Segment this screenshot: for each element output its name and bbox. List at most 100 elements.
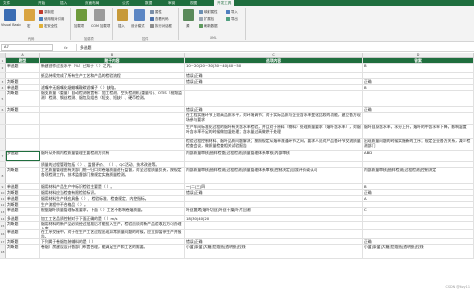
cell-a[interactable]: 单选题 <box>6 85 40 90</box>
fx-icon[interactable]: fx <box>64 44 68 51</box>
cell-c[interactable] <box>185 91 363 106</box>
cell-a[interactable]: 判断题 <box>6 245 40 258</box>
macros-icon[interactable] <box>24 9 35 21</box>
cell-d[interactable]: B <box>363 85 474 90</box>
cell-c[interactable]: 18|30|40|20 <box>185 216 363 221</box>
cell-b[interactable]: 质量的过程管理包括（ ）、监督评价、（ ）、QC活动、技术改进等。 <box>40 162 185 167</box>
expansion-packs-button[interactable]: 扩展包 <box>199 16 214 21</box>
export-button[interactable]: 导出 <box>226 16 238 21</box>
cell-a[interactable] <box>6 113 40 124</box>
refresh-data-button[interactable]: 刷新数据 <box>199 23 218 28</box>
cell-b[interactable]: 烟用材料产品生产中标识检验主要是（ ）。 <box>40 184 185 189</box>
cell-c[interactable]: 10~20|20~30|30~40|40~50 <box>185 64 363 72</box>
cell-b[interactable]: 题干内容 <box>40 58 185 63</box>
cell-b[interactable]: 工艺质量管理由有关部门统一归口对卷烟质量进行监督，对全过程质量负责，按规定各项检… <box>40 168 185 183</box>
cell-c[interactable]: 选项内容 <box>185 58 363 63</box>
cell-c[interactable]: 一|二|三|四 <box>185 184 363 189</box>
cell-c[interactable] <box>185 202 363 207</box>
cell-d[interactable] <box>363 230 474 238</box>
cell-a[interactable]: 多选题 <box>6 216 40 221</box>
cell-a[interactable] <box>6 125 40 138</box>
cell-d[interactable] <box>363 162 474 167</box>
cell-c[interactable] <box>185 162 363 167</box>
cell-a[interactable]: 判断题 <box>6 222 40 229</box>
cell-d[interactable]: 答案 <box>363 58 474 63</box>
cell-b[interactable]: 滤嘴中无烟嘴化烟蜡嘴鞍碳滤嘴子（ ）缺陷。 <box>40 85 185 90</box>
insert-control-button[interactable]: 插入 <box>118 23 125 28</box>
cell-c[interactable] <box>185 222 363 229</box>
cell-c[interactable]: 叶丝复烤|烟叶切丝|叶丝干燥|叶片回潮 <box>185 208 363 215</box>
cell-d[interactable]: 正确 <box>363 190 474 195</box>
cell-d[interactable] <box>363 113 474 124</box>
cell-c[interactable]: 检验过程控制材料、烟叶品质问题解决；按照规定从烟草流通环节之间，要求人员对产品各… <box>185 139 363 150</box>
cell-b[interactable]: 烟叶从外购内检质量管理主要检测方式有 <box>40 151 185 161</box>
cell-c[interactable] <box>185 85 363 90</box>
cell-b[interactable] <box>40 125 185 138</box>
cell-a[interactable]: 多选题 <box>6 151 40 161</box>
cell-c[interactable]: 生产车间标准化过程的烟叶有关含水率检验，并且对于原料（物料）处理质量要求（烟叶含… <box>185 125 363 138</box>
addins-button[interactable]: 加载项 <box>74 23 84 28</box>
cell-a[interactable]: 单选题 <box>6 208 40 215</box>
xml-source-icon[interactable] <box>183 9 194 21</box>
cell-a[interactable]: 判断题 <box>6 202 40 207</box>
cell-a[interactable]: 单选题 <box>6 196 40 201</box>
cell-b[interactable] <box>40 107 185 112</box>
cell-b[interactable]: 下列属于卷烟包装辅料的是（ ） <box>40 239 185 244</box>
cell-b[interactable]: 生产流程中不合格品（ ）。 <box>40 202 185 207</box>
cell-c[interactable] <box>185 230 363 238</box>
properties-button[interactable]: 属性 <box>150 9 162 14</box>
xml-source-button[interactable]: 源 <box>186 23 189 28</box>
cell-d[interactable] <box>363 202 474 207</box>
cell-d[interactable] <box>363 73 474 78</box>
cell-a[interactable] <box>6 73 40 78</box>
cell-b[interactable]: 卷烟厂房建设设计各部门布置合理，能满足生产和工艺的需要。 <box>40 245 185 258</box>
cell-c[interactable]: 内部质量审核|抽样检查|过程检测|质量管理体系审核|内部审核 <box>185 151 363 161</box>
cell-a[interactable] <box>6 139 40 150</box>
cell-a[interactable]: 题型 <box>6 58 40 63</box>
cell-c[interactable]: 内部质量审核|抽样检测|过程检测|质量管理体系审核|控制决定|自我评价或认可 <box>185 168 363 183</box>
cell-a[interactable]: 判断题 <box>6 79 40 84</box>
addins-icon[interactable] <box>76 9 87 21</box>
cell-d[interactable]: 小盒|条盒|大箱|铝箔纸|透明纸|拉线 <box>363 245 474 258</box>
import-button[interactable]: 导入 <box>226 9 238 14</box>
cell-b[interactable] <box>40 139 185 150</box>
cell-b[interactable]: 加工工艺品质控制对于下面正确的是（ ）m/s <box>40 216 185 221</box>
cell-b[interactable]: 在工序交接中，对于在生产工艺过程出现异常质量问题的时候，应立即暂停生产并报告。 <box>40 230 185 238</box>
com-addins-button[interactable]: COM 加载项 <box>91 23 110 28</box>
design-mode-icon[interactable] <box>134 9 145 21</box>
cell-d[interactable]: C <box>363 208 474 215</box>
cell-d[interactable]: 正确 <box>363 107 474 112</box>
name-box[interactable]: A7 <box>1 44 53 51</box>
cell-a[interactable]: 判断题 <box>6 91 40 106</box>
cell-a[interactable]: 单选题 <box>6 184 40 189</box>
cell-b[interactable]: 新建创作过去水平（%）已知于（ ）之内。 <box>40 64 185 72</box>
cell-d[interactable]: 内部质量审核|抽样检测|过程检测|控制决定 <box>363 168 474 183</box>
cell-c[interactable]: 小盒|条盒|大箱|铝箔纸|透明纸|拉线 <box>185 245 363 258</box>
cell-a[interactable]: 单选题 <box>6 230 40 238</box>
cell-a[interactable]: 判断题 <box>6 239 40 244</box>
cell-d[interactable]: ABD <box>363 151 474 161</box>
relative-refs-button[interactable]: 使用相对引用 <box>39 16 64 21</box>
visual-basic-button[interactable]: Visual Basic <box>1 23 21 27</box>
formula-input[interactable]: 多选题 <box>76 44 472 51</box>
cell-d[interactable]: B <box>363 184 474 189</box>
record-macro-button[interactable]: 录制宏 <box>39 9 54 14</box>
cell-b[interactable]: 纸品持续完成了所有生产工艺和产品的检验流程 <box>40 73 185 78</box>
run-dialog-button[interactable]: 执行对话框 <box>150 23 172 28</box>
cell-d[interactable]: 正确 <box>363 239 474 244</box>
cell-d[interactable]: 正确 <box>363 79 474 84</box>
cell-b[interactable] <box>40 113 185 124</box>
cell-b[interactable]: 烟用材料生产线应具备（ ）、检验标准、检查规定、内控指标。 <box>40 196 185 201</box>
cell-c[interactable] <box>185 196 363 201</box>
cell-d[interactable]: B <box>363 64 474 72</box>
cell-c[interactable]: 错误|正确 <box>185 239 363 244</box>
cell-c[interactable]: 在工程实施环节上较高品质水平，对环境调节；对于实际品质与企业含水率变化比较的功能… <box>185 113 363 124</box>
insert-control-icon[interactable] <box>117 9 128 21</box>
cell-c[interactable]: 错误|正确 <box>185 190 363 195</box>
cell-b[interactable]: 根据烟叶质量管理标准要求，下面（ ）工艺不影响卷烟质量。 <box>40 208 185 215</box>
macro-security-button[interactable]: 宏安全性 <box>39 23 58 28</box>
cell-b[interactable]: 烟支质量（重量）自动检测装置有：加工检测、空头检测机(重量号)、OTIS（视频监… <box>40 91 185 106</box>
cell-a[interactable]: 判断题 <box>6 190 40 195</box>
view-code-button[interactable]: 查看代码 <box>150 16 169 21</box>
cell-d[interactable] <box>363 222 474 229</box>
